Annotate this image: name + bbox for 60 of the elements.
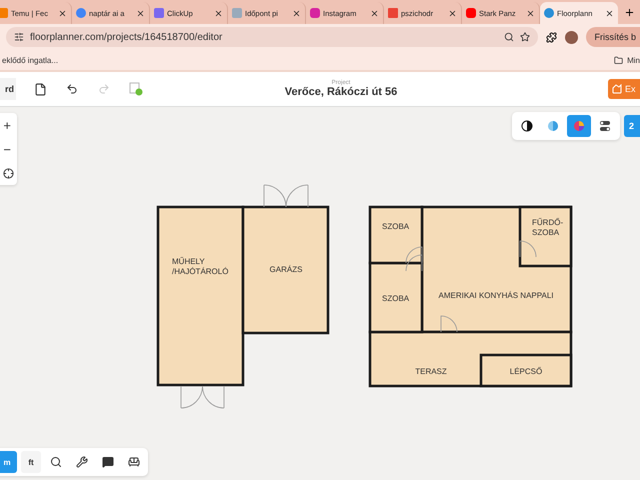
- double-door-drawing: [264, 184, 308, 208]
- room-label: FŰRDŐ- SZOBA: [532, 218, 564, 237]
- save-check-icon: [129, 82, 143, 96]
- half-circle-icon: [547, 120, 559, 132]
- door-drawing: [440, 316, 458, 332]
- bookmarks-folder[interactable]: Min: [614, 56, 640, 64]
- comment-icon: [102, 456, 114, 468]
- zoom-in-button[interactable]: +: [0, 113, 14, 137]
- close-icon[interactable]: [605, 8, 614, 18]
- sofa-icon: [128, 456, 140, 468]
- folder-icon: [614, 56, 624, 64]
- close-icon[interactable]: [58, 8, 67, 18]
- room-label: MŰHELY /HAJÓTÁROLÓ: [172, 257, 228, 276]
- room-label: LÉPCSŐ: [510, 367, 542, 376]
- close-icon[interactable]: [526, 8, 535, 18]
- door-drawing: [520, 240, 536, 258]
- close-icon[interactable]: [292, 8, 301, 18]
- room-label: GARÁZS: [270, 265, 302, 274]
- double-door-drawing: [180, 386, 224, 408]
- magnifier-icon: [50, 456, 62, 468]
- room-label: SZOBA: [382, 222, 410, 231]
- toggle-switches-icon: [599, 120, 611, 132]
- site-icon: [76, 8, 86, 18]
- room-label: SZOBA: [382, 294, 410, 303]
- zoom-out-button[interactable]: −: [0, 137, 14, 161]
- search-icon[interactable]: [504, 32, 514, 42]
- dashboard-button[interactable]: rd: [0, 78, 16, 100]
- site-icon: [544, 8, 554, 18]
- site-icon: [232, 8, 242, 18]
- unit-button[interactable]: ft: [21, 451, 41, 473]
- project-title: Verőce, Rákóczi út 56: [284, 86, 398, 98]
- close-icon[interactable]: [136, 8, 145, 18]
- room-label: TERASZ: [415, 367, 447, 376]
- undo-icon: [66, 83, 78, 95]
- door-drawing: [406, 254, 422, 272]
- target-icon: [3, 168, 14, 178]
- site-icon: [310, 8, 320, 18]
- bookmark[interactable]: eklődő ingatla...: [2, 56, 58, 64]
- close-icon[interactable]: [370, 8, 379, 18]
- site-icon: [0, 8, 8, 18]
- color-wheel-icon: [573, 120, 585, 132]
- extensions-icon[interactable]: [546, 32, 558, 42]
- redo-icon: [98, 83, 110, 95]
- site-settings-icon[interactable]: [14, 32, 24, 42]
- site-icon: [466, 8, 476, 18]
- avatar[interactable]: [565, 30, 578, 44]
- new-file-icon: [34, 82, 46, 96]
- new-tab-icon[interactable]: [624, 7, 635, 18]
- star-icon[interactable]: [520, 32, 530, 42]
- contrast-icon: [521, 120, 533, 132]
- chart-icon: [612, 84, 622, 94]
- update-button[interactable]: Frissítés b: [586, 27, 640, 47]
- door-drawing: [406, 246, 422, 264]
- close-icon[interactable]: [448, 8, 457, 18]
- site-icon: [388, 8, 398, 18]
- site-icon: [154, 8, 164, 18]
- room-label: AMERIKAI KONYHÁS NAPPALI: [438, 291, 554, 300]
- address-bar[interactable]: floorplanner.com/projects/164518700/editor: [6, 27, 538, 47]
- close-icon[interactable]: [214, 8, 223, 18]
- wrench-icon: [76, 456, 88, 468]
